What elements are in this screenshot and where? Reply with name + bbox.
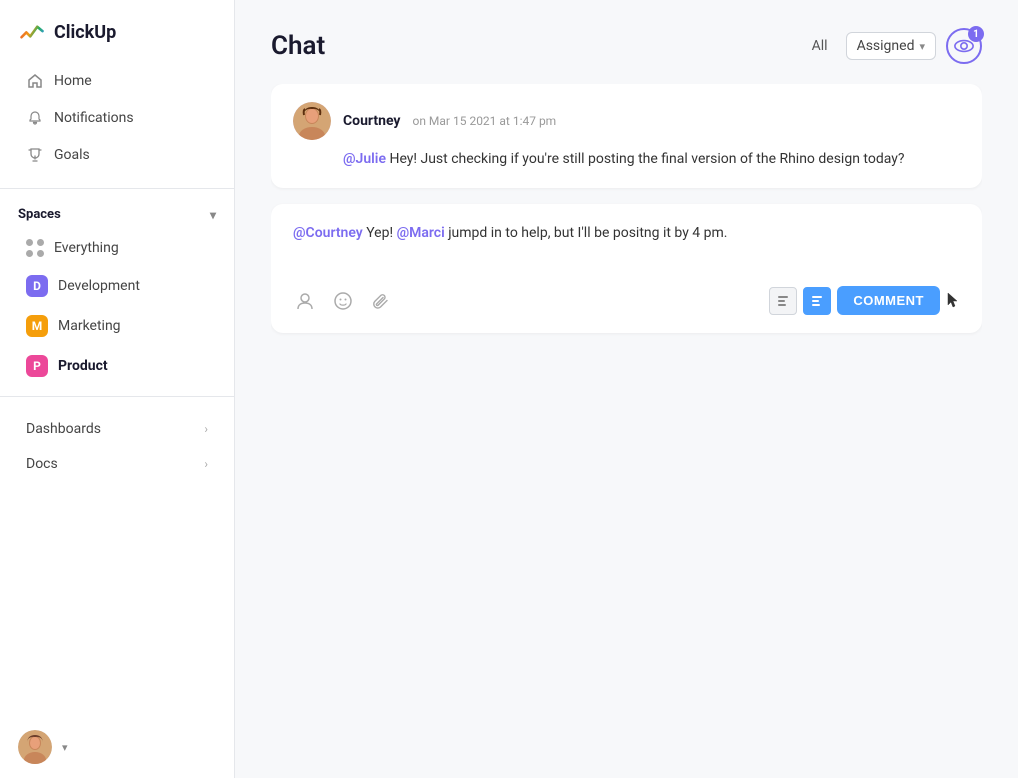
app-name: ClickUp — [54, 22, 116, 43]
bell-icon — [26, 109, 44, 127]
filter-assigned-dropdown[interactable]: Assigned ▾ — [846, 32, 936, 60]
user-menu-chevron: ▾ — [62, 741, 68, 754]
page-title: Chat — [271, 31, 325, 61]
watch-button[interactable]: 1 — [946, 28, 982, 64]
divider-1 — [0, 188, 234, 189]
sidebar-item-dashboards-label: Dashboards — [26, 421, 101, 437]
logo[interactable]: ClickUp — [0, 0, 234, 58]
mention-courtney: @Courtney — [293, 225, 363, 241]
sidebar-item-goals[interactable]: Goals — [8, 137, 226, 173]
messages-list: Courtney on Mar 15 2021 at 1:47 pm @Juli… — [271, 84, 982, 778]
product-badge: P — [26, 355, 48, 377]
bottom-nav: Dashboards › Docs › — [0, 407, 234, 486]
avatar — [18, 730, 52, 764]
sidebar-item-dashboards[interactable]: Dashboards › — [8, 412, 226, 446]
sidebar-item-home-label: Home — [54, 73, 92, 89]
attachment-icon[interactable] — [369, 289, 393, 313]
sidebar-item-everything-label: Everything — [54, 240, 119, 256]
message-body: @Julie Hey! Just checking if you're stil… — [293, 148, 960, 170]
reply-footer: COMMENT — [293, 286, 960, 315]
reply-text-2: jumpd in to help, but I'll be positng it… — [445, 225, 728, 241]
message-header: Courtney on Mar 15 2021 at 1:47 pm — [293, 102, 960, 140]
clickup-logo-icon — [18, 18, 46, 46]
message-author-name: Courtney — [343, 113, 400, 129]
message-bubble: Courtney on Mar 15 2021 at 1:47 pm @Juli… — [271, 84, 982, 188]
chevron-down-icon-filter: ▾ — [919, 40, 925, 53]
emoji-icon[interactable] — [331, 289, 355, 313]
courtney-avatar — [293, 102, 331, 140]
sidebar-item-docs-label: Docs — [26, 456, 58, 472]
sidebar-item-product-label: Product — [58, 358, 108, 374]
reply-toolbar-icons — [293, 289, 393, 313]
format-button-1[interactable] — [769, 287, 797, 315]
trophy-icon — [26, 146, 44, 164]
header-controls: All Assigned ▾ 1 — [804, 28, 982, 64]
comment-button[interactable]: COMMENT — [837, 286, 940, 315]
sidebar-item-marketing[interactable]: M Marketing — [8, 307, 226, 345]
development-badge: D — [26, 275, 48, 297]
format-button-2[interactable] — [803, 287, 831, 315]
reply-text-1: Yep! — [363, 225, 397, 241]
spaces-section-header[interactable]: Spaces ▾ — [0, 199, 234, 230]
everything-icon — [26, 239, 44, 257]
mention-julie: @Julie — [343, 151, 386, 167]
cursor-indicator — [946, 291, 960, 311]
sidebar-item-development[interactable]: D Development — [8, 267, 226, 305]
filter-assigned-label: Assigned — [857, 38, 915, 54]
sidebar-item-development-label: Development — [58, 278, 140, 294]
eye-badge: 1 — [968, 26, 984, 42]
chat-header: Chat All Assigned ▾ 1 — [235, 0, 1018, 84]
reply-text[interactable]: @Courtney Yep! @Marci jumpd in to help, … — [293, 222, 960, 272]
chevron-right-icon-docs: › — [204, 457, 208, 471]
sidebar-item-everything[interactable]: Everything — [8, 231, 226, 265]
sidebar-item-notifications-label: Notifications — [54, 110, 134, 126]
chat-area: Courtney on Mar 15 2021 at 1:47 pm @Juli… — [235, 84, 1018, 778]
main-content: Chat All Assigned ▾ 1 — [235, 0, 1018, 778]
sidebar-item-goals-label: Goals — [54, 147, 90, 163]
home-icon — [26, 72, 44, 90]
sidebar-item-docs[interactable]: Docs › — [8, 447, 226, 481]
marketing-badge: M — [26, 315, 48, 337]
divider-2 — [0, 396, 234, 397]
sidebar: ClickUp Home Notifications Goals Spaces … — [0, 0, 235, 778]
sidebar-item-marketing-label: Marketing — [58, 318, 121, 334]
main-nav: Home Notifications Goals — [0, 58, 234, 178]
sidebar-footer[interactable]: ▾ — [0, 716, 234, 778]
message-timestamp: on Mar 15 2021 at 1:47 pm — [412, 114, 556, 128]
user-icon[interactable] — [293, 289, 317, 313]
chevron-down-icon: ▾ — [210, 208, 216, 222]
reply-action-buttons: COMMENT — [769, 286, 960, 315]
reply-box: @Courtney Yep! @Marci jumpd in to help, … — [271, 204, 982, 333]
message-text: Hey! Just checking if you're still posti… — [386, 151, 905, 167]
mention-marci: @Marci — [397, 225, 445, 241]
sidebar-item-product[interactable]: P Product — [8, 347, 226, 385]
chevron-right-icon: › — [204, 422, 208, 436]
sidebar-item-notifications[interactable]: Notifications — [8, 100, 226, 136]
sidebar-item-home[interactable]: Home — [8, 63, 226, 99]
spaces-label: Spaces — [18, 207, 61, 222]
filter-all-label[interactable]: All — [804, 36, 836, 56]
